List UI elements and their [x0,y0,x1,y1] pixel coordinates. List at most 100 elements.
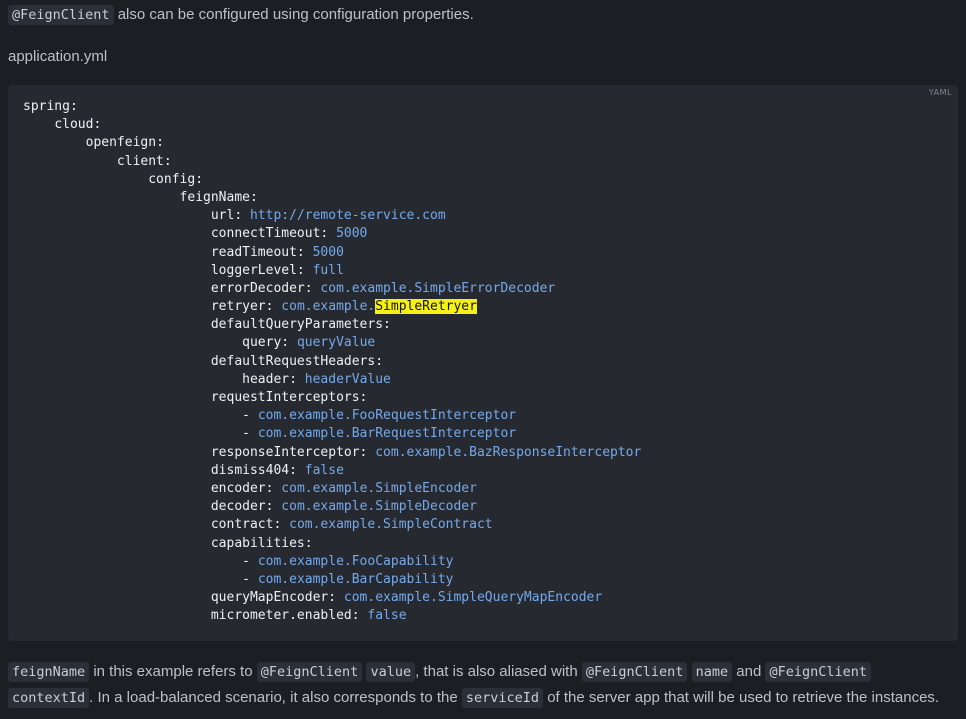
code-line: loggerLevel: full [23,262,641,280]
yaml-value: false [304,462,344,478]
yaml-key: query: [242,335,290,351]
outro-text: . In a load-balanced scenario, it also c… [89,689,462,706]
language-label: YAML [928,88,952,97]
code-line: connectTimeout: 5000 [23,225,641,243]
yaml-key: defaultQueryParameters: [210,317,391,333]
code-line: client: [23,153,641,171]
code-line: query: queryValue [23,334,641,352]
code-line: feignName: [23,189,641,207]
code-line: defaultRequestHeaders: [23,353,641,371]
code-line: decoder: com.example.SimpleDecoder [23,498,641,516]
code-line: responseInterceptor: com.example.BazResp… [23,444,641,462]
yaml-value: com.example. [281,299,376,315]
yaml-key: retryer: [210,299,274,315]
yaml-value: com.example.SimpleErrorDecoder [320,280,556,296]
inline-code-feignclient: @FeignClient [765,662,872,682]
code-line: openfeign: [23,134,641,152]
outro-text: in this example refers to [89,663,257,680]
yaml-key: - [242,426,250,442]
yaml-key: requestInterceptors: [210,390,368,405]
outro-text: and [732,663,766,680]
yaml-value: 5000 [312,244,344,260]
code-line: url: http://remote-service.com [23,207,641,225]
search-highlight: SimpleRetryer [375,299,477,315]
yaml-value: false [367,608,407,624]
yaml-key: - [242,571,250,587]
code-line: - com.example.FooRequestInterceptor [23,407,641,425]
yaml-key: cloud: [54,117,102,133]
code-line: errorDecoder: com.example.SimpleErrorDec… [23,280,641,298]
yaml-key: contract: [210,517,282,533]
yaml-key: queryMapEncoder: [210,590,337,606]
code-line: header: headerValue [23,371,641,389]
yaml-value: com.example.BarCapability [257,571,454,587]
yaml-key: dismiss404: [210,462,297,478]
yaml-value: com.example.SimpleQueryMapEncoder [343,590,603,606]
yaml-key: config: [148,171,204,187]
code-line: cloud: [23,116,641,134]
yaml-value: com.example.BarRequestInterceptor [257,426,517,442]
code-line: contract: com.example.SimpleContract [23,516,641,534]
intro-text: also can be configured using configurati… [113,6,474,23]
yaml-key: openfeign: [85,135,164,151]
yaml-value: 5000 [336,226,368,242]
yaml-value: com.example.FooRequestInterceptor [257,408,517,424]
code-line: - com.example.FooCapability [23,553,641,571]
yaml-key: encoder: [210,480,274,496]
code-line: requestInterceptors: [23,389,641,407]
inline-code-name: name [691,662,733,682]
filename-label: application.yml [8,48,108,65]
yaml-key: loggerLevel: [210,262,305,278]
yaml-key: readTimeout: [210,244,305,260]
code-line: readTimeout: 5000 [23,244,641,262]
yaml-key: feignName: [179,189,258,205]
yaml-value: http://remote-service.com [249,208,446,224]
yaml-key: defaultRequestHeaders: [210,353,384,369]
inline-code-feignclient: @FeignClient [8,5,114,25]
code-content[interactable]: spring: cloud: openfeign: client: config… [23,98,641,625]
code-line: micrometer.enabled: false [23,607,641,625]
yaml-value: queryValue [296,335,376,351]
inline-code-serviceid: serviceId [461,688,544,708]
code-block[interactable]: YAML spring: cloud: openfeign: client: c… [8,85,958,641]
code-line: defaultQueryParameters: [23,316,641,334]
inline-code-feignname: feignName [8,662,90,682]
code-line: retryer: com.example.SimpleRetryer [23,298,641,316]
yaml-key: responseInterceptor: [210,444,368,460]
outro-text: of the server app that will be used to r… [543,689,940,706]
yaml-key: micrometer.enabled: [210,608,360,624]
inline-code-feignclient: @FeignClient [256,662,363,682]
yaml-key: - [242,553,250,569]
yaml-value: com.example.FooCapability [257,553,454,569]
inline-code-value: value [366,662,416,682]
yaml-value: com.example.SimpleEncoder [281,480,477,496]
yaml-value: com.example.BazResponseInterceptor [375,444,642,460]
yaml-key: decoder: [210,499,274,515]
inline-code-contextid: contextId [8,688,90,708]
yaml-key: client: [116,153,172,169]
yaml-key: url: [210,208,243,224]
code-line: capabilities: [23,535,641,553]
outro-text: , that is also aliased with [415,663,582,680]
yaml-key: errorDecoder: [210,280,313,296]
yaml-value: full [312,262,344,278]
